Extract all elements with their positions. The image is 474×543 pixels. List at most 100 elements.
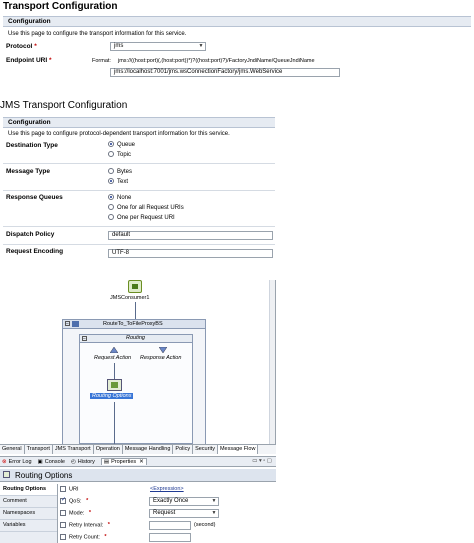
- chevron-down-icon: ▼: [198, 43, 204, 49]
- transport-config-bar: Configuration: [3, 16, 471, 27]
- retry-count-input[interactable]: [149, 533, 191, 542]
- properties-title: Routing Options: [15, 471, 73, 480]
- console-icon: ▣: [37, 458, 43, 465]
- route-node-header: − RouteTo_ToFileProxyBS: [63, 320, 205, 329]
- request-action-icon[interactable]: [109, 346, 119, 354]
- sidebar-item-variables[interactable]: Variables: [0, 520, 57, 532]
- retry-interval-option[interactable]: Retry Interval: *: [60, 522, 110, 528]
- response-none-radio[interactable]: None: [108, 194, 131, 203]
- protocol-select[interactable]: jms ▼: [110, 42, 206, 51]
- tab-transport[interactable]: Transport: [25, 445, 53, 454]
- jms-config-bar: Configuration: [3, 117, 275, 128]
- jms-consumer-label: JMSConsumer1: [110, 295, 150, 301]
- tab-error-log[interactable]: ⊗ Error Log: [2, 459, 32, 465]
- tab-message-handling[interactable]: Message Handling: [123, 445, 174, 454]
- retry-interval-unit: (second): [194, 522, 216, 528]
- retry-count-option[interactable]: Retry Count: *: [60, 534, 107, 540]
- message-flow-canvas: JMSConsumer1 − RouteTo_ToFileProxyBS − R…: [0, 280, 276, 445]
- qos-select[interactable]: Exactly Once ▼: [149, 497, 219, 506]
- destination-type-label: Destination Type: [6, 142, 58, 149]
- divider: [3, 226, 275, 227]
- close-icon[interactable]: ✕: [139, 459, 144, 465]
- format-label: Format:: [92, 58, 111, 64]
- tab-policy[interactable]: Policy: [173, 445, 194, 454]
- flow-connector: [114, 363, 115, 379]
- routing-header: − Routing: [80, 335, 192, 343]
- sidebar-item-comment[interactable]: Comment: [0, 496, 57, 508]
- tab-history[interactable]: ◴ History: [71, 459, 95, 465]
- tab-general[interactable]: General: [0, 445, 25, 454]
- request-encoding-input[interactable]: UTF-8: [108, 249, 273, 258]
- destination-topic-radio[interactable]: Topic: [108, 151, 131, 160]
- tab-security[interactable]: Security: [193, 445, 218, 454]
- radio-selected-icon: [108, 141, 114, 148]
- response-one-per-request-radio[interactable]: One per Request URI: [108, 214, 175, 223]
- response-action-icon[interactable]: [158, 346, 168, 354]
- divider: [3, 163, 275, 164]
- route-node-icon: [72, 321, 79, 327]
- uri-expression-link[interactable]: <Expression>: [150, 486, 184, 492]
- jms-title: JMS Transport Configuration: [0, 100, 128, 111]
- destination-queue-radio[interactable]: Queue: [108, 141, 135, 150]
- sidebar-item-routing-options[interactable]: Routing Options: [0, 484, 57, 496]
- route-node[interactable]: − RouteTo_ToFileProxyBS − Routing Reques…: [62, 319, 206, 445]
- properties-title-bar: Routing Options: [0, 469, 276, 482]
- tab-properties[interactable]: ▤ Properties ✕: [100, 458, 147, 465]
- radio-selected-icon: [108, 178, 114, 185]
- tab-jms-transport[interactable]: JMS Transport: [53, 445, 94, 454]
- vertical-scrollbar[interactable]: [269, 280, 275, 445]
- routing-options-icon: [3, 471, 10, 478]
- radio-selected-icon: [108, 194, 114, 201]
- chevron-down-icon: ▼: [211, 498, 217, 504]
- view-toolbar-icons[interactable]: ▭ ▾ ▫ ▢: [252, 458, 272, 464]
- mode-select[interactable]: Request ▼: [149, 509, 219, 518]
- divider: [3, 244, 275, 245]
- protocol-label: Protocol *: [6, 43, 37, 50]
- retry-interval-input[interactable]: [149, 521, 191, 530]
- properties-sidebar: Routing Options Comment Namespaces Varia…: [0, 484, 58, 543]
- radio-icon: [108, 151, 114, 158]
- view-tab-bar: ⊗ Error Log ▣ Console ◴ History ▤ Properties…: [0, 456, 276, 467]
- history-icon: ◴: [70, 458, 76, 465]
- checkbox-icon: [60, 534, 66, 540]
- qos-option[interactable]: QoS: *: [60, 496, 88, 504]
- divider: [3, 190, 275, 191]
- request-encoding-label: Request Encoding: [6, 248, 64, 255]
- endpoint-uri-input[interactable]: jms://localhost:7001/jms.wsConnectionFac…: [110, 68, 340, 77]
- transport-title: Transport Configuration: [3, 1, 118, 12]
- tab-message-flow[interactable]: Message Flow: [217, 445, 259, 454]
- properties-icon: ▤: [103, 459, 110, 465]
- checkbox-checked-icon: [60, 496, 66, 504]
- endpoint-uri-label: Endpoint URI *: [6, 57, 52, 64]
- routing-stage[interactable]: − Routing Request Action Response Action…: [79, 334, 193, 445]
- checkbox-icon: [60, 486, 66, 492]
- jms-consumer-icon[interactable]: [128, 280, 142, 293]
- flow-connector: [114, 402, 115, 445]
- jms-description: Use this page to configure protocol-depe…: [8, 131, 230, 137]
- tab-operation[interactable]: Operation: [94, 445, 123, 454]
- error-log-icon: ⊗: [2, 458, 7, 465]
- request-action-label[interactable]: Request Action: [94, 355, 131, 361]
- routing-options-label[interactable]: Routing Options: [90, 393, 134, 399]
- radio-icon: [108, 168, 114, 175]
- collapse-icon[interactable]: −: [82, 336, 87, 342]
- message-text-radio[interactable]: Text: [108, 178, 128, 187]
- collapse-icon[interactable]: −: [65, 321, 70, 327]
- dispatch-policy-label: Dispatch Policy: [6, 231, 55, 238]
- tab-console[interactable]: ▣ Console: [38, 459, 65, 465]
- message-bytes-radio[interactable]: Bytes: [108, 168, 132, 177]
- chevron-down-icon: ▼: [211, 510, 217, 516]
- mode-option[interactable]: Mode: *: [60, 510, 91, 516]
- sidebar-item-namespaces[interactable]: Namespaces: [0, 508, 57, 520]
- uri-option[interactable]: URI: [60, 486, 78, 492]
- response-action-label[interactable]: Response Action: [140, 355, 181, 361]
- routing-label: Routing: [126, 335, 145, 341]
- response-one-for-all-radio[interactable]: One for all Request URIs: [108, 204, 184, 213]
- checkbox-icon: [60, 522, 66, 528]
- routing-options-icon[interactable]: [107, 379, 122, 391]
- flow-connector: [135, 302, 136, 319]
- radio-icon: [108, 204, 114, 211]
- dispatch-policy-input[interactable]: default: [108, 231, 273, 240]
- editor-tab-bar: General Transport JMS Transport Operatio…: [0, 444, 276, 454]
- route-node-label: RouteTo_ToFileProxyBS: [103, 321, 163, 327]
